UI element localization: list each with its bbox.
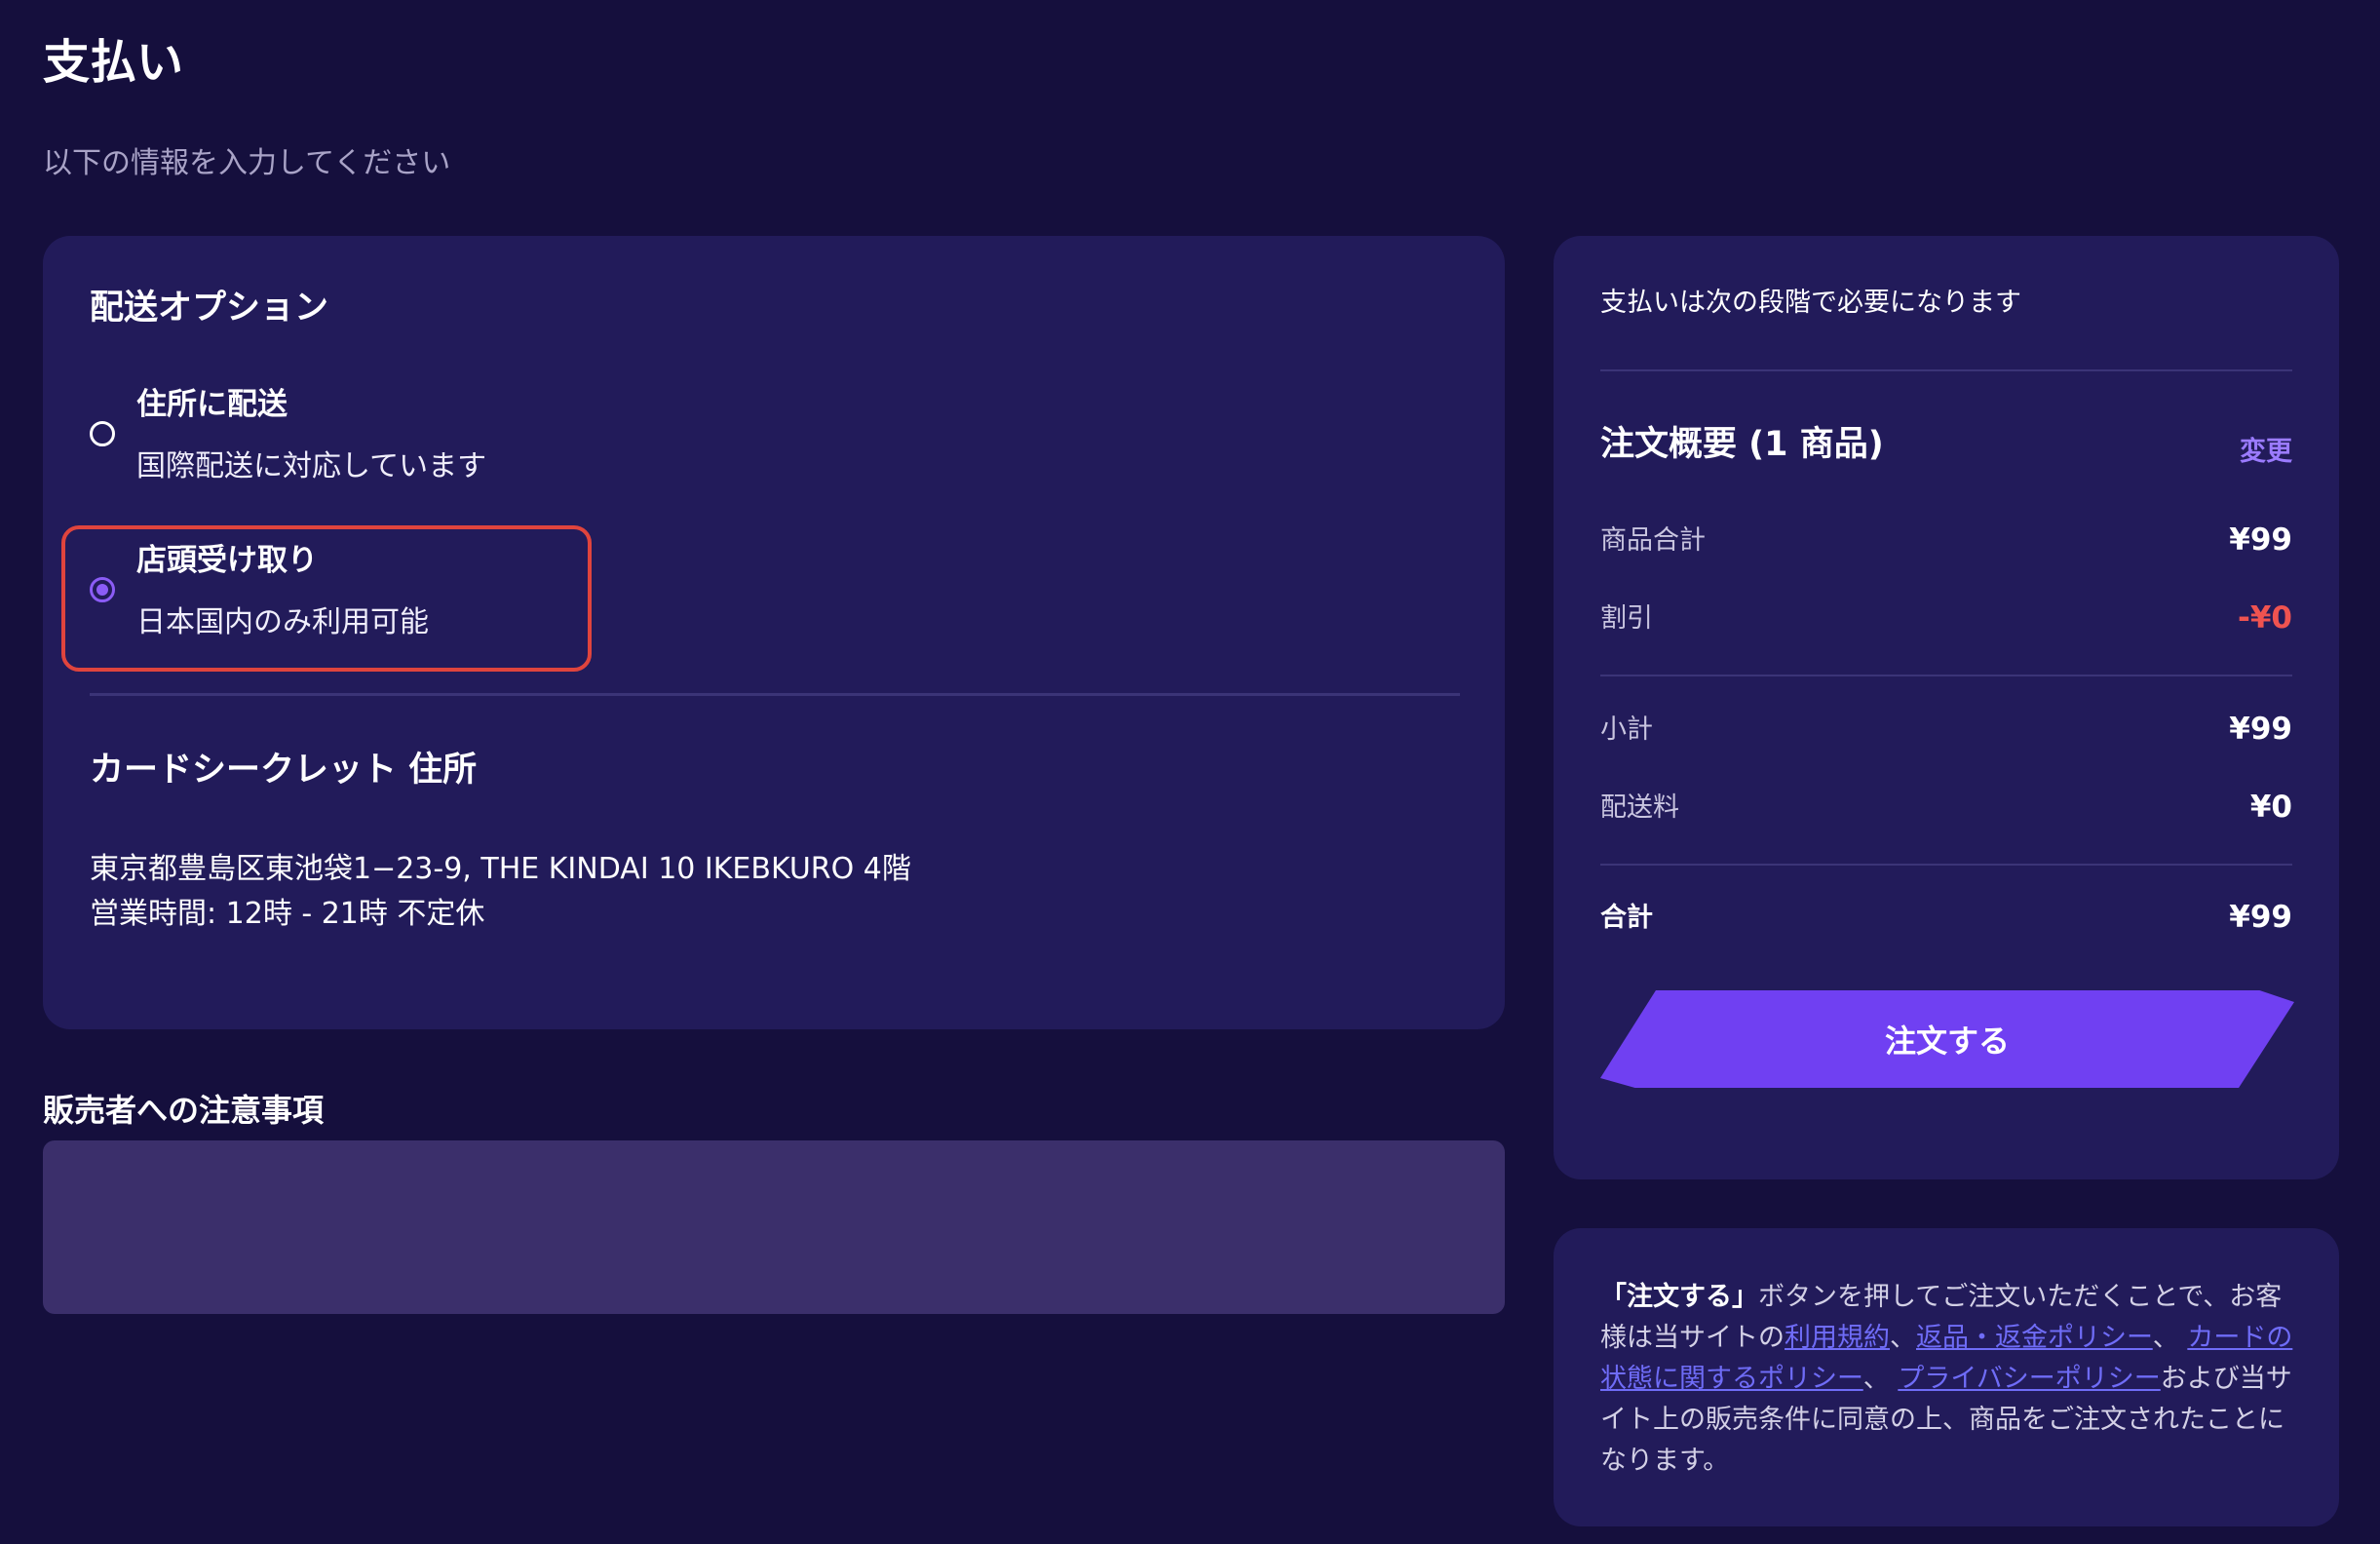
terms-separator: 、 xyxy=(2152,1323,2188,1353)
discount-label: 割引 xyxy=(1600,603,1653,634)
terms-of-service-link[interactable]: 利用規約 xyxy=(1785,1323,1890,1353)
divider xyxy=(1600,864,2292,866)
items-total-label: 商品合計 xyxy=(1600,525,1706,556)
refund-policy-link[interactable]: 返品・返金ポリシー xyxy=(1916,1323,2153,1353)
terms-separator: 、 xyxy=(1890,1323,1916,1353)
subtotal-label: 小計 xyxy=(1600,714,1653,745)
radio-ship-to-address[interactable] xyxy=(90,421,115,446)
payment-next-step-note: 支払いは次の段階で必要になります xyxy=(1600,288,2021,318)
option-description: 国際配送に対応しています xyxy=(136,449,487,483)
order-button-reference: 「注文する」 xyxy=(1600,1282,1758,1312)
change-link[interactable]: 変更 xyxy=(2240,435,2292,470)
option-title: 店頭受け取り xyxy=(136,543,318,578)
store-address: 東京都豊島区東池袋1−23-9, THE KINDAI 10 IKEBKURO … xyxy=(90,852,911,886)
divider xyxy=(1600,675,2292,676)
terms-card: 「注文する」ボタンを押してご注文いただくことで、お客様は当サイトの利用規約、返品… xyxy=(1554,1228,2339,1526)
option-description: 日本国内のみ利用可能 xyxy=(136,605,429,639)
privacy-policy-link[interactable]: プライバシーポリシー xyxy=(1898,1364,2160,1394)
total-label: 合計 xyxy=(1600,903,1653,933)
terms-text: 「注文する」ボタンを押してご注文いただくことで、お客様は当サイトの利用規約、返品… xyxy=(1600,1277,2298,1482)
divider xyxy=(1600,369,2292,371)
subtotal-value: ¥99 xyxy=(2229,712,2292,747)
order-summary-title: 注文概要 (1 商品) xyxy=(1600,425,1884,464)
store-address-heading: カードシークレット 住所 xyxy=(90,751,478,790)
store-hours: 営業時間: 12時 - 21時 不定休 xyxy=(90,897,485,931)
place-order-button[interactable]: 注文する xyxy=(1600,990,2294,1088)
delivery-options-card: 配送オプション 住所に配送 国際配送に対応しています 店頭受け取り 日本国内のみ… xyxy=(43,236,1505,1029)
items-total-value: ¥99 xyxy=(2229,522,2292,558)
terms-separator: 、 xyxy=(1862,1364,1899,1394)
shipping-value: ¥0 xyxy=(2249,790,2292,825)
seller-notes-textarea[interactable] xyxy=(43,1140,1505,1314)
radio-store-pickup[interactable] xyxy=(90,577,115,602)
page-subtitle: 以下の情報を入力してください xyxy=(43,146,451,180)
total-value: ¥99 xyxy=(2229,900,2292,935)
divider xyxy=(90,693,1460,696)
seller-notes-label: 販売者への注意事項 xyxy=(43,1092,325,1129)
discount-value: -¥0 xyxy=(2237,600,2292,636)
page-title: 支払い xyxy=(43,35,184,90)
order-summary-card: 支払いは次の段階で必要になります 注文概要 (1 商品) 変更 商品合計 ¥99… xyxy=(1554,236,2339,1179)
option-title: 住所に配送 xyxy=(136,387,288,422)
shipping-label: 配送料 xyxy=(1600,792,1679,823)
delivery-options-heading: 配送オプション xyxy=(90,289,329,328)
